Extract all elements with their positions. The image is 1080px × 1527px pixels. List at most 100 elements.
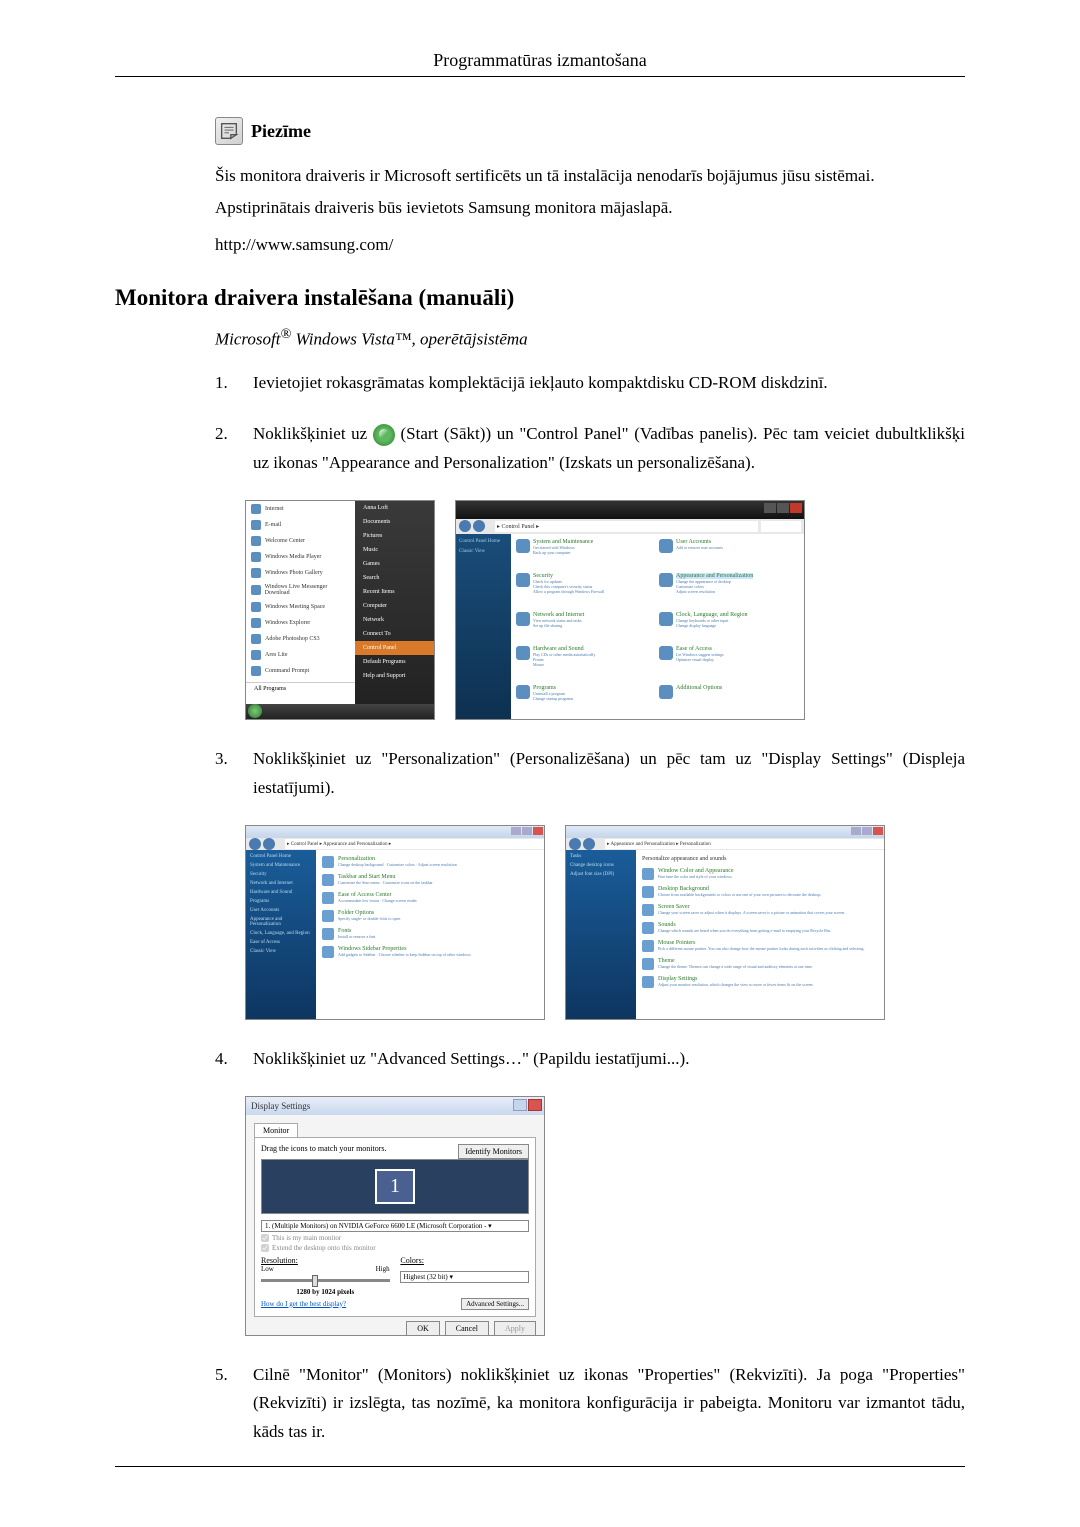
forward-icon[interactable]: [263, 838, 275, 850]
sidebar-item[interactable]: Hardware and Sound: [250, 890, 312, 895]
sidebar-item[interactable]: Change desktop icons: [570, 863, 632, 868]
monitor-select[interactable]: 1. (Multiple Monitors) on NVIDIA GeForce…: [261, 1220, 529, 1232]
maximize-icon[interactable]: [862, 827, 872, 835]
start-menu-item[interactable]: Welcome Center: [246, 533, 355, 549]
cp-category[interactable]: Network and InternetView network status …: [516, 612, 656, 643]
start-right-item[interactable]: Recent Items: [355, 585, 434, 599]
pz-item[interactable]: ThemeChange the theme. Themes can change…: [642, 958, 878, 970]
breadcrumb[interactable]: ▸ Appearance and Personalization ▸ Perso…: [605, 839, 884, 849]
maximize-icon[interactable]: [777, 503, 789, 513]
start-menu-item[interactable]: Windows Meeting Space: [246, 599, 355, 615]
cp-sublink[interactable]: Change startup programs: [533, 696, 573, 701]
cp-sublink[interactable]: Back up your computer: [533, 550, 593, 555]
start-menu-item[interactable]: Ares Lite: [246, 647, 355, 663]
sidebar-item[interactable]: Security: [250, 872, 312, 877]
cp-sublink[interactable]: Set up file sharing: [533, 623, 584, 628]
tab-monitor[interactable]: Monitor: [254, 1123, 298, 1137]
cp-category[interactable]: System and MaintenanceGet started with W…: [516, 539, 656, 570]
cp-sublink[interactable]: Change display language: [676, 623, 747, 628]
pz-item[interactable]: SoundsChange which sounds are heard when…: [642, 922, 878, 934]
minimize-icon[interactable]: [764, 503, 776, 513]
start-button-icon[interactable]: [248, 704, 262, 718]
sidebar-item[interactable]: Control Panel Home: [459, 539, 508, 544]
pz-item[interactable]: Mouse PointersPick a different mouse poi…: [642, 940, 878, 952]
forward-icon[interactable]: [583, 838, 595, 850]
start-menu-item[interactable]: Adobe Photoshop CS3: [246, 631, 355, 647]
start-menu-item[interactable]: Windows Photo Gallery: [246, 565, 355, 581]
sidebar-item[interactable]: Classic View: [459, 549, 508, 554]
start-right-item[interactable]: Help and Support: [355, 669, 434, 683]
cp-category[interactable]: Ease of AccessLet Windows suggest settin…: [659, 646, 799, 682]
cp-sublink[interactable]: Optimize visual display: [676, 657, 724, 662]
slider-track[interactable]: [261, 1279, 390, 1282]
pz-item[interactable]: Ease of Access CenterAccommodate low vis…: [322, 892, 538, 904]
start-right-item[interactable]: Music: [355, 543, 434, 557]
category-title[interactable]: Additional Options: [676, 685, 722, 691]
cp-category[interactable]: User AccountsAdd or remove user accounts: [659, 539, 799, 570]
cp-sublink[interactable]: Allow a program through Windows Firewall: [533, 589, 604, 594]
start-right-item[interactable]: Computer: [355, 599, 434, 613]
start-menu-item[interactable]: Command Prompt: [246, 663, 355, 679]
start-menu-item[interactable]: E-mail: [246, 517, 355, 533]
start-right-item[interactable]: Pictures: [355, 529, 434, 543]
help-icon[interactable]: [513, 1099, 527, 1111]
close-icon[interactable]: [873, 827, 883, 835]
sidebar-item[interactable]: Ease of Access: [250, 940, 312, 945]
start-menu-item[interactable]: Windows Media Player: [246, 549, 355, 565]
pz-item[interactable]: Windows Sidebar PropertiesAdd gadgets to…: [322, 946, 538, 958]
all-programs[interactable]: All Programs: [246, 682, 355, 695]
sidebar-item[interactable]: Clock, Language, and Region: [250, 931, 312, 936]
sidebar-item[interactable]: User Accounts: [250, 908, 312, 913]
start-right-item[interactable]: Search: [355, 571, 434, 585]
start-right-item[interactable]: Games: [355, 557, 434, 571]
start-right-item[interactable]: Anna Loft: [355, 501, 434, 515]
sidebar-item[interactable]: Appearance and Personalization: [250, 917, 312, 927]
pz-item[interactable]: Window Color and AppearanceFine tune the…: [642, 868, 878, 880]
pz-item[interactable]: Taskbar and Start MenuCustomize the Star…: [322, 874, 538, 886]
maximize-icon[interactable]: [522, 827, 532, 835]
back-icon[interactable]: [249, 838, 261, 850]
start-right-item[interactable]: Control Panel: [355, 641, 434, 655]
cp-sublink[interactable]: Adjust screen resolution: [676, 589, 753, 594]
minimize-icon[interactable]: [851, 827, 861, 835]
back-icon[interactable]: [459, 520, 471, 532]
search-input[interactable]: [761, 521, 801, 532]
cp-sublink[interactable]: Mouse: [533, 662, 595, 667]
start-right-item[interactable]: Documents: [355, 515, 434, 529]
sidebar-item[interactable]: Classic View: [250, 949, 312, 954]
item-subtitle[interactable]: Change desktop background · Customize co…: [338, 862, 457, 867]
breadcrumb[interactable]: ▸ Control Panel ▸: [495, 521, 758, 532]
sidebar-item[interactable]: Adjust font size (DPI): [570, 872, 632, 877]
pz-item[interactable]: Screen SaverChange your screen saver or …: [642, 904, 878, 916]
colors-select[interactable]: Highest (32 bit) ▾: [400, 1271, 529, 1283]
start-right-item[interactable]: Connect To: [355, 627, 434, 641]
sidebar-item[interactable]: System and Maintenance: [250, 863, 312, 868]
breadcrumb[interactable]: ▸ Control Panel ▸ Appearance and Persona…: [285, 839, 544, 849]
start-menu-item[interactable]: Internet: [246, 501, 355, 517]
close-icon[interactable]: [533, 827, 543, 835]
monitor-icon[interactable]: 1: [375, 1169, 415, 1204]
forward-icon[interactable]: [473, 520, 485, 532]
pz-item[interactable]: Folder OptionsSpecify single- or double-…: [322, 910, 538, 922]
start-right-item[interactable]: Default Programs: [355, 655, 434, 669]
item-subtitle[interactable]: Add gadgets to Sidebar · Choose whether …: [338, 952, 471, 957]
advanced-settings-button[interactable]: Advanced Settings...: [461, 1298, 529, 1310]
cp-category[interactable]: Hardware and SoundPlay CDs or other medi…: [516, 646, 656, 682]
cp-category[interactable]: Appearance and PersonalizationChange the…: [659, 573, 799, 609]
back-icon[interactable]: [569, 838, 581, 850]
sidebar-item[interactable]: Network and Internet: [250, 881, 312, 886]
pz-item[interactable]: Desktop BackgroundChoose from available …: [642, 886, 878, 898]
cp-category[interactable]: ProgramsUninstall a programChange startu…: [516, 685, 656, 716]
help-link[interactable]: How do I get the best display?: [261, 1300, 346, 1308]
slider-thumb[interactable]: [312, 1275, 318, 1287]
pz-item[interactable]: FontsInstall or remove a font: [322, 928, 538, 940]
cp-category[interactable]: Additional Options: [659, 685, 799, 716]
cp-category[interactable]: SecurityCheck for updatesCheck this comp…: [516, 573, 656, 609]
close-icon[interactable]: [790, 503, 802, 513]
item-subtitle[interactable]: Customize the Start menu · Customize ico…: [338, 880, 433, 885]
identify-monitors-button[interactable]: Identify Monitors: [458, 1144, 529, 1159]
sidebar-item[interactable]: Programs: [250, 899, 312, 904]
ok-button[interactable]: OK: [406, 1321, 440, 1336]
cp-sublink[interactable]: Add or remove user accounts: [676, 545, 723, 550]
minimize-icon[interactable]: [511, 827, 521, 835]
